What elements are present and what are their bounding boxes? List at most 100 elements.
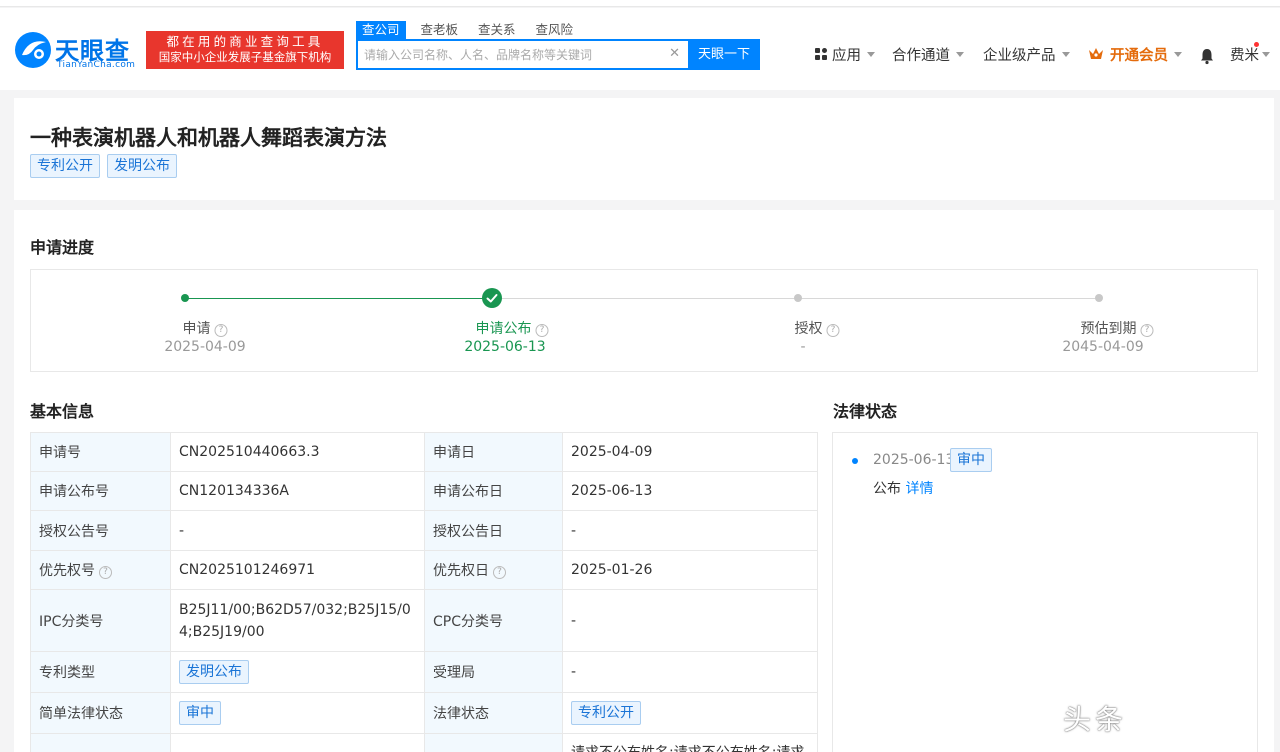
field-label: 申请日 [424, 432, 563, 472]
search-box: ✕ [356, 39, 688, 70]
legal-entry-event: 公布 [873, 481, 901, 497]
question-icon[interactable]: ? [99, 566, 112, 579]
field-label: 简单法律状态 [30, 692, 171, 734]
basic-info-title: 基本信息 [30, 402, 95, 421]
chevron-down-icon [1262, 51, 1270, 57]
basic-info-table: 申请号 CN202510440663.3 申请日 2025-04-09 申请公布… [30, 432, 818, 752]
question-icon[interactable]: ? [1140, 324, 1154, 337]
logo-domain: TianYanCha.com [57, 60, 136, 70]
question-icon[interactable]: ? [214, 324, 228, 337]
close-icon[interactable]: ✕ [669, 46, 680, 61]
table-row: 优先权号? CN2025101246971 优先权日? 2025-01-26 [30, 550, 818, 590]
application-number: CN202510440663.3 [170, 432, 425, 472]
step-date-apply: 2025-04-09 [164, 339, 246, 355]
publication-date: 2025-06-13 [562, 471, 818, 511]
legal-status-title: 法律状态 [833, 402, 898, 421]
step-label-apply: 申请? [183, 318, 228, 338]
table-row: 专利类型 发明公布 受理局 - [30, 651, 818, 693]
question-icon[interactable]: ? [826, 324, 840, 337]
nav-apps[interactable]: 应用 [815, 44, 875, 64]
question-icon[interactable]: ? [535, 324, 549, 337]
inventor-note: 请求不公布姓名;请求不公布姓名;请求 [562, 733, 818, 752]
field-label-text: 优先权号 [39, 563, 95, 579]
nav-partner[interactable]: 合作通道 [892, 44, 964, 64]
step-date-publish: 2025-06-13 [464, 339, 546, 355]
legal-entry-badge: 审中 [950, 448, 992, 472]
step-date-expiry: 2045-04-09 [1062, 339, 1144, 355]
legal-entry-date: 2025-06-13 [873, 452, 955, 468]
field-label: 授权公告号 [30, 510, 171, 551]
progress-line-done [185, 298, 492, 299]
site-header: 天眼查 TianYanCha.com 都在用的商业查询工具 国家中小企业发展子基… [0, 8, 1280, 90]
nav-enterprise-label: 企业级产品 [983, 47, 1056, 64]
apps-grid-icon [815, 47, 828, 61]
nav-vip[interactable]: 开通会员 [1088, 44, 1182, 64]
publication-number: CN120134336A [170, 471, 425, 511]
legal-status-badge: 专利公开 [571, 701, 641, 725]
table-row: IPC分类号 B25J11/00;B62D57/032;B25J15/04;B2… [30, 589, 818, 652]
search-tabs: 查公司 查老板 查关系 查风险 [356, 21, 587, 39]
application-progress: 申请? 2025-04-09 申请公布? 2025-06-13 授权? - 预估… [30, 269, 1258, 372]
search-input[interactable] [364, 46, 662, 64]
field-label: CPC分类号 [424, 589, 563, 652]
type-badge: 发明公布 [107, 154, 177, 178]
chevron-down-icon [1174, 51, 1182, 57]
legal-status-cell: 专利公开 [562, 692, 818, 734]
table-row: 授权公告号 - 授权公告日 - [30, 510, 818, 551]
step-date-grant: - [800, 339, 806, 355]
legal-entry-detail-link[interactable]: 详情 [905, 481, 933, 497]
search-button[interactable]: 天眼一下 [688, 39, 760, 70]
chevron-down-icon [956, 51, 964, 57]
legal-status-panel: 2025-06-13 审中 公布 详情 [832, 432, 1258, 752]
status-badge: 专利公开 [30, 154, 100, 178]
tab-risk[interactable]: 查风险 [530, 21, 580, 39]
table-row: 申请公布号 CN120134336A 申请公布日 2025-06-13 [30, 471, 818, 511]
tab-company[interactable]: 查公司 [356, 21, 406, 39]
watermark: 头条 [1063, 703, 1128, 736]
field-label: 申请号 [30, 432, 171, 472]
crown-icon [1089, 48, 1103, 59]
simple-legal-status-cell: 审中 [170, 692, 425, 734]
field-label: 授权公告日 [424, 510, 563, 551]
field-label: 法律状态 [424, 692, 563, 734]
table-row: 简单法律状态 审中 法律状态 专利公开 [30, 692, 818, 734]
patent-type-badge: 发明公布 [179, 660, 249, 684]
field-label-text: 优先权日 [433, 563, 489, 579]
slogan-line2: 国家中小企业发展子基金旗下机构 [158, 50, 332, 64]
timeline-dot [852, 458, 858, 464]
page-title: 一种表演机器人和机器人舞蹈表演方法 [30, 126, 387, 150]
step-label-text: 预估到期 [1080, 321, 1137, 337]
simple-legal-status-badge: 审中 [179, 701, 221, 725]
question-icon[interactable]: ? [493, 566, 506, 579]
check-icon [482, 288, 502, 308]
top-border [0, 0, 1280, 7]
step-label-grant: 授权? [795, 318, 840, 338]
bell-icon[interactable] [1199, 47, 1215, 65]
tianyancha-logo-icon [15, 32, 51, 68]
field-label [30, 733, 171, 752]
ipc-classification: B25J11/00;B62D57/032;B25J15/04;B25J19/00 [170, 589, 425, 652]
field-label: 申请公布日 [424, 471, 563, 511]
patent-header-card: 一种表演机器人和机器人舞蹈表演方法 专利公开 发明公布 [14, 98, 1274, 200]
progress-section-title: 申请进度 [30, 238, 95, 257]
table-row: 申请号 CN202510440663.3 申请日 2025-04-09 [30, 432, 818, 472]
step-dot-grant [794, 294, 802, 302]
chevron-down-icon [867, 51, 875, 57]
nav-vip-label: 开通会员 [1110, 47, 1168, 64]
step-dot-apply [181, 294, 189, 302]
priority-number: CN2025101246971 [170, 550, 425, 590]
nav-user[interactable]: 费米 [1230, 44, 1270, 64]
tab-relation[interactable]: 查关系 [472, 21, 522, 39]
table-cell [170, 733, 425, 752]
site-logo[interactable]: 天眼查 TianYanCha.com [13, 30, 141, 76]
priority-date: 2025-01-26 [562, 550, 818, 590]
nav-enterprise[interactable]: 企业级产品 [983, 44, 1070, 64]
field-label-with-help: 优先权日? [424, 550, 563, 590]
step-label-text: 申请 [182, 321, 211, 337]
chevron-down-icon [1061, 51, 1070, 57]
patent-detail-card: 申请进度 申请? 2025-04-09 申请公布? 2025-06-13 授权?… [14, 210, 1274, 752]
tab-boss[interactable]: 查老板 [415, 21, 465, 39]
step-label-publish: 申请公布? [476, 318, 549, 338]
field-label-with-help: 优先权号? [30, 550, 171, 590]
field-label: 受理局 [424, 651, 563, 693]
